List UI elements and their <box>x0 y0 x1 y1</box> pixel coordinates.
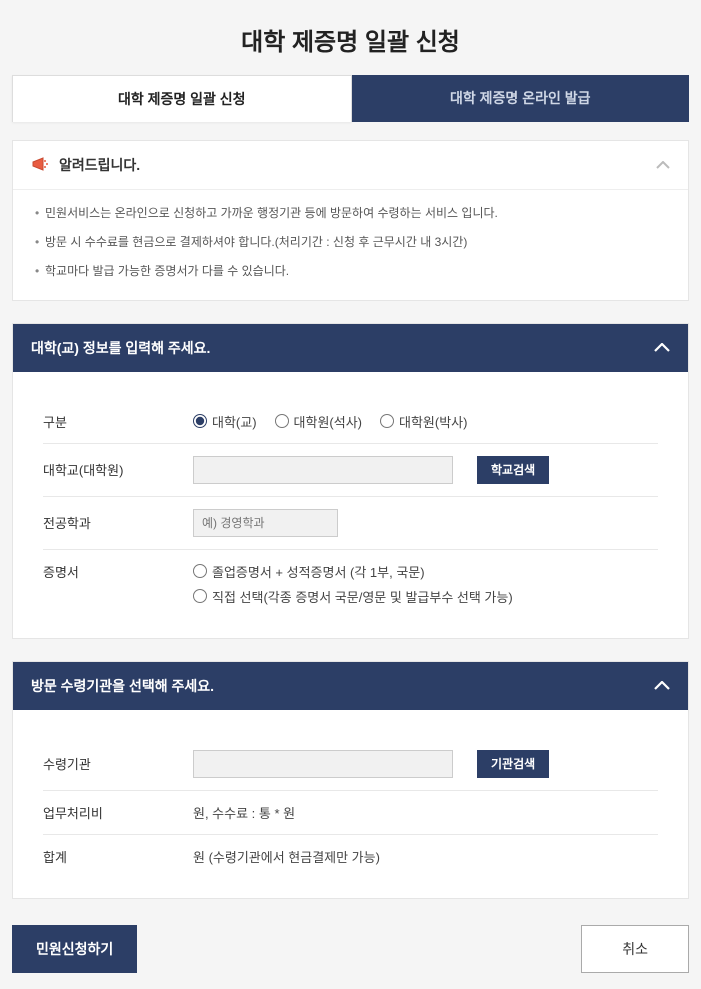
radio-cert-direct[interactable]: 직접 선택(각종 증명서 국문/영문 및 발급부수 선택 가능) <box>193 587 513 606</box>
notice-header[interactable]: 알려드립니다. <box>13 141 688 190</box>
notice-body: 민원서비스는 온라인으로 신청하고 가까운 행정기관 등에 방문하여 수령하는 … <box>13 190 688 300</box>
cancel-button[interactable]: 취소 <box>581 925 689 973</box>
form-row-total: 합계 원 (수령기관에서 현금결제만 가능) <box>43 835 658 878</box>
notice-box: 알려드립니다. 민원서비스는 온라인으로 신청하고 가까운 행정기관 등에 방문… <box>12 140 689 301</box>
radio-doctor-label: 대학원(박사) <box>399 412 467 431</box>
panel-header[interactable]: 대학(교) 정보를 입력해 주세요. <box>13 324 688 372</box>
tab-batch-apply[interactable]: 대학 제증명 일괄 신청 <box>12 75 352 122</box>
page-title: 대학 제증명 일괄 신청 <box>0 0 701 75</box>
radio-cert-direct-input[interactable] <box>193 589 207 603</box>
radio-doctor[interactable]: 대학원(박사) <box>380 412 467 431</box>
label-gubun: 구분 <box>43 412 193 431</box>
radio-cert-combo[interactable]: 졸업증명서 + 성적증명서 (각 1부, 국문) <box>193 562 425 581</box>
major-input[interactable] <box>193 509 338 537</box>
notice-title: 알려드립니다. <box>59 155 140 175</box>
form-row-org: 수령기관 기관검색 <box>43 738 658 791</box>
radio-univ[interactable]: 대학(교) <box>193 412 257 431</box>
chevron-up-icon <box>654 343 670 352</box>
chevron-up-icon <box>654 681 670 690</box>
label-cert: 증명서 <box>43 562 193 581</box>
radio-cert-combo-input[interactable] <box>193 564 207 578</box>
label-school: 대학교(대학원) <box>43 460 193 479</box>
panel-univ-info: 대학(교) 정보를 입력해 주세요. 구분 대학(교) 대학원(석사) 대학원(… <box>12 323 689 639</box>
form-row-major: 전공학과 <box>43 497 658 550</box>
school-input[interactable] <box>193 456 453 484</box>
school-search-button[interactable]: 학교검색 <box>477 456 549 484</box>
radio-univ-label: 대학(교) <box>212 412 257 431</box>
radio-cert-direct-label: 직접 선택(각종 증명서 국문/영문 및 발급부수 선택 가능) <box>212 587 513 606</box>
submit-button[interactable]: 민원신청하기 <box>12 925 137 973</box>
panel-title: 방문 수령기관을 선택해 주세요. <box>31 676 214 696</box>
form-row-fee: 업무처리비 원, 수수료 : 통 * 원 <box>43 791 658 835</box>
org-input[interactable] <box>193 750 453 778</box>
radio-master-label: 대학원(석사) <box>294 412 362 431</box>
radio-univ-input[interactable] <box>193 414 207 428</box>
tab-online-issue[interactable]: 대학 제증명 온라인 발급 <box>352 75 690 122</box>
radio-doctor-input[interactable] <box>380 414 394 428</box>
bottom-actions: 민원신청하기 취소 <box>0 921 701 989</box>
radio-master-input[interactable] <box>275 414 289 428</box>
form-row-gubun: 구분 대학(교) 대학원(석사) 대학원(박사) <box>43 400 658 444</box>
panel-title: 대학(교) 정보를 입력해 주세요. <box>31 338 210 358</box>
label-total: 합계 <box>43 847 193 866</box>
panel-header[interactable]: 방문 수령기관을 선택해 주세요. <box>13 662 688 710</box>
chevron-up-icon <box>656 161 670 169</box>
label-major: 전공학과 <box>43 513 193 532</box>
megaphone-icon <box>31 156 51 174</box>
notice-item: 학교마다 발급 가능한 증명서가 다를 수 있습니다. <box>35 262 666 281</box>
fee-value: 원, 수수료 : 통 * 원 <box>193 803 295 822</box>
label-fee: 업무처리비 <box>43 803 193 822</box>
total-value: 원 (수령기관에서 현금결제만 가능) <box>193 847 380 866</box>
notice-item: 민원서비스는 온라인으로 신청하고 가까운 행정기관 등에 방문하여 수령하는 … <box>35 204 666 223</box>
form-row-cert: 증명서 졸업증명서 + 성적증명서 (각 1부, 국문) 직접 선택(각종 증명… <box>43 550 658 618</box>
notice-item: 방문 시 수수료를 현금으로 결제하셔야 합니다.(처리기간 : 신청 후 근무… <box>35 233 666 252</box>
tab-row: 대학 제증명 일괄 신청 대학 제증명 온라인 발급 <box>12 75 689 122</box>
panel-pickup: 방문 수령기관을 선택해 주세요. 수령기관 기관검색 업무처리비 원, 수수료… <box>12 661 689 899</box>
label-org: 수령기관 <box>43 754 193 773</box>
radio-master[interactable]: 대학원(석사) <box>275 412 362 431</box>
org-search-button[interactable]: 기관검색 <box>477 750 549 778</box>
form-row-school: 대학교(대학원) 학교검색 <box>43 444 658 497</box>
panel-body: 수령기관 기관검색 업무처리비 원, 수수료 : 통 * 원 합계 원 (수령기… <box>13 710 688 898</box>
radio-cert-combo-label: 졸업증명서 + 성적증명서 (각 1부, 국문) <box>212 562 425 581</box>
panel-body: 구분 대학(교) 대학원(석사) 대학원(박사) 대학교(대학원) <box>13 372 688 638</box>
